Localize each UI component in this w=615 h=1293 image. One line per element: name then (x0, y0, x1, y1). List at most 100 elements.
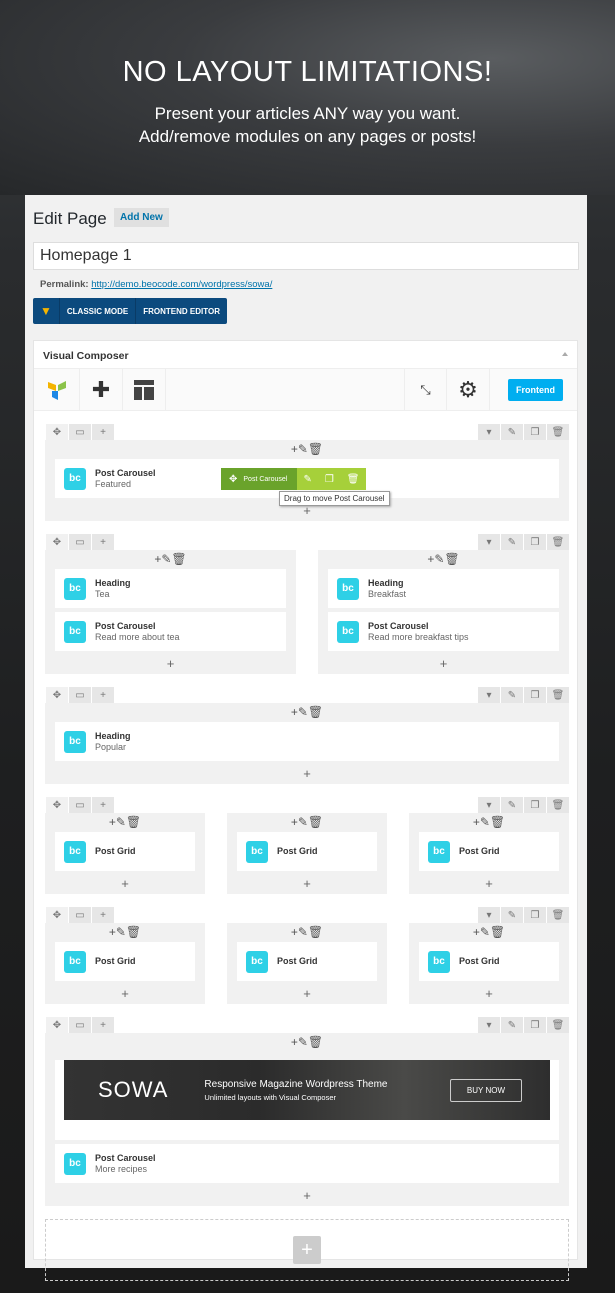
toggle-row-icon[interactable]: ▾ (478, 687, 500, 703)
column-controls[interactable]: +✎🗑 (55, 440, 559, 459)
templates-icon[interactable] (123, 369, 166, 410)
column-controls[interactable]: +✎🗑 (419, 923, 559, 942)
drag-handle[interactable]: ✥ Post Carousel (221, 468, 297, 490)
vc-element[interactable]: bc Post Carousel Featured ✥ Post Carousel ✎ ❐ 🗑… (55, 459, 559, 506)
clone-row-icon[interactable]: ❐ (524, 534, 546, 550)
edit-row-icon[interactable]: ✎ (501, 687, 523, 703)
edit-row-icon[interactable]: ✎ (501, 907, 523, 923)
vc-element[interactable]: bc Post Grid (419, 942, 559, 981)
clone-row-icon[interactable]: ❐ (524, 797, 546, 813)
column-controls[interactable]: +✎🗑 (55, 703, 559, 722)
column-controls[interactable]: +✎🗑 (237, 923, 377, 942)
vc-element[interactable]: bc Heading Popular (55, 722, 559, 761)
vc-element[interactable]: bc Post Grid (55, 942, 195, 981)
column-controls[interactable]: +✎🗑 (55, 550, 286, 569)
classic-mode-button[interactable]: CLASSIC MODE (60, 298, 137, 324)
add-row-area[interactable]: + (45, 1219, 569, 1281)
toggle-row-icon[interactable]: ▾ (478, 907, 500, 923)
clone-row-icon[interactable]: ❐ (524, 424, 546, 440)
banner-element[interactable]: SOWA Responsive Magazine Wordpress Theme U… (55, 1060, 559, 1140)
add-column-icon[interactable]: + (92, 797, 114, 813)
column-controls[interactable]: +✎🗑 (55, 813, 195, 832)
add-column-icon[interactable]: + (92, 687, 114, 703)
add-element-icon[interactable]: ✚ (80, 369, 123, 410)
element-controls: ✥ Post Carousel ✎ ❐ 🗑 (221, 468, 366, 490)
move-row-icon[interactable]: ✥ (46, 1017, 68, 1033)
clone-row-icon[interactable]: ❐ (524, 907, 546, 923)
row-layout-icon[interactable]: ▭ (69, 534, 91, 550)
vc-element[interactable]: bc Post Carousel More recipes (55, 1144, 559, 1183)
clone-element-icon[interactable]: ❐ (325, 474, 334, 485)
delete-row-icon[interactable]: 🗑 (547, 424, 569, 440)
delete-row-icon[interactable]: 🗑 (547, 687, 569, 703)
toggle-row-icon[interactable]: ▾ (478, 797, 500, 813)
delete-row-icon[interactable]: 🗑 (547, 907, 569, 923)
add-column-icon[interactable]: + (92, 534, 114, 550)
column-controls[interactable]: +✎🗑 (328, 550, 559, 569)
move-row-icon[interactable]: ✥ (46, 424, 68, 440)
vc-element[interactable]: bc Post Carousel Read more about tea (55, 612, 286, 651)
row-layout-icon[interactable]: ▭ (69, 797, 91, 813)
column-controls[interactable]: +✎🗑 (237, 813, 377, 832)
delete-row-icon[interactable]: 🗑 (547, 797, 569, 813)
vc-element[interactable]: bc Post Grid (55, 832, 195, 871)
delete-element-icon[interactable]: 🗑 (347, 474, 360, 485)
row-layout-icon[interactable]: ▭ (69, 907, 91, 923)
vc-element[interactable]: bc Post Grid (237, 832, 377, 871)
vc-element[interactable]: bc Post Grid (419, 832, 559, 871)
gear-icon[interactable]: ⚙ (447, 369, 490, 410)
move-row-icon[interactable]: ✥ (46, 797, 68, 813)
add-element-button[interactable]: + (55, 765, 559, 784)
clone-row-icon[interactable]: ❐ (524, 1017, 546, 1033)
frontend-editor-button[interactable]: FRONTEND EDITOR (136, 298, 227, 324)
edit-row-icon[interactable]: ✎ (501, 797, 523, 813)
add-element-button[interactable]: + (55, 1187, 559, 1206)
post-title-input[interactable] (33, 242, 579, 270)
column-controls[interactable]: +✎🗑 (55, 1033, 559, 1052)
vc-element[interactable]: bc Heading Tea (55, 569, 286, 608)
move-row-icon[interactable]: ✥ (46, 687, 68, 703)
add-element-button[interactable]: + (237, 875, 377, 894)
row-layout-icon[interactable]: ▭ (69, 1017, 91, 1033)
add-column-icon[interactable]: + (92, 424, 114, 440)
edit-row-icon[interactable]: ✎ (501, 1017, 523, 1033)
add-column-icon[interactable]: + (92, 907, 114, 923)
toggle-row-icon[interactable]: ▾ (478, 424, 500, 440)
row-layout-icon[interactable]: ▭ (69, 424, 91, 440)
collapse-icon[interactable] (562, 352, 568, 356)
vc-toolbar: ✚ ⤡ ⚙ Frontend (34, 369, 577, 411)
toggle-row-icon[interactable]: ▾ (478, 1017, 500, 1033)
frontend-button[interactable]: Frontend (508, 379, 563, 401)
delete-row-icon[interactable]: 🗑 (547, 1017, 569, 1033)
row-layout-icon[interactable]: ▭ (69, 687, 91, 703)
add-element-button[interactable]: + (55, 875, 195, 894)
move-row-icon[interactable]: ✥ (46, 534, 68, 550)
toggle-row-icon[interactable]: ▾ (478, 534, 500, 550)
column-controls[interactable]: +✎🗑 (55, 923, 195, 942)
vc-header[interactable]: Visual Composer (34, 341, 577, 369)
vc-element[interactable]: bc Post Carousel Read more breakfast tips (328, 612, 559, 651)
clone-row-icon[interactable]: ❐ (524, 687, 546, 703)
add-element-button[interactable]: + (419, 985, 559, 1004)
add-row-button[interactable]: + (293, 1236, 321, 1264)
edit-element-icon[interactable]: ✎ (303, 474, 311, 485)
add-element-button[interactable]: + (419, 875, 559, 894)
add-element-button[interactable]: + (55, 985, 195, 1004)
fullscreen-icon[interactable]: ⤡ (404, 369, 447, 410)
add-new-button[interactable]: Add New (114, 208, 169, 227)
permalink-link[interactable]: http://demo.beocode.com/wordpress/sowa/ (91, 279, 272, 290)
add-element-button[interactable]: + (328, 655, 559, 674)
add-element-button[interactable]: + (237, 985, 377, 1004)
add-column-icon[interactable]: + (92, 1017, 114, 1033)
add-element-button[interactable]: + (55, 655, 286, 674)
move-row-icon[interactable]: ✥ (46, 907, 68, 923)
edit-row-icon[interactable]: ✎ (501, 534, 523, 550)
buy-now-button[interactable]: BUY NOW (449, 1079, 522, 1102)
vc-row: ✥ ▭ + ▾ ✎ ❐ 🗑 +✎🗑 bc Post Grid + +✎🗑 bc Post Grid + +✎🗑… (45, 797, 569, 894)
edit-row-icon[interactable]: ✎ (501, 424, 523, 440)
vc-element[interactable]: bc Heading Breakfast (328, 569, 559, 608)
hero-line-2: Add/remove modules on any pages or posts… (138, 127, 477, 146)
column-controls[interactable]: +✎🗑 (419, 813, 559, 832)
vc-element[interactable]: bc Post Grid (237, 942, 377, 981)
delete-row-icon[interactable]: 🗑 (547, 534, 569, 550)
